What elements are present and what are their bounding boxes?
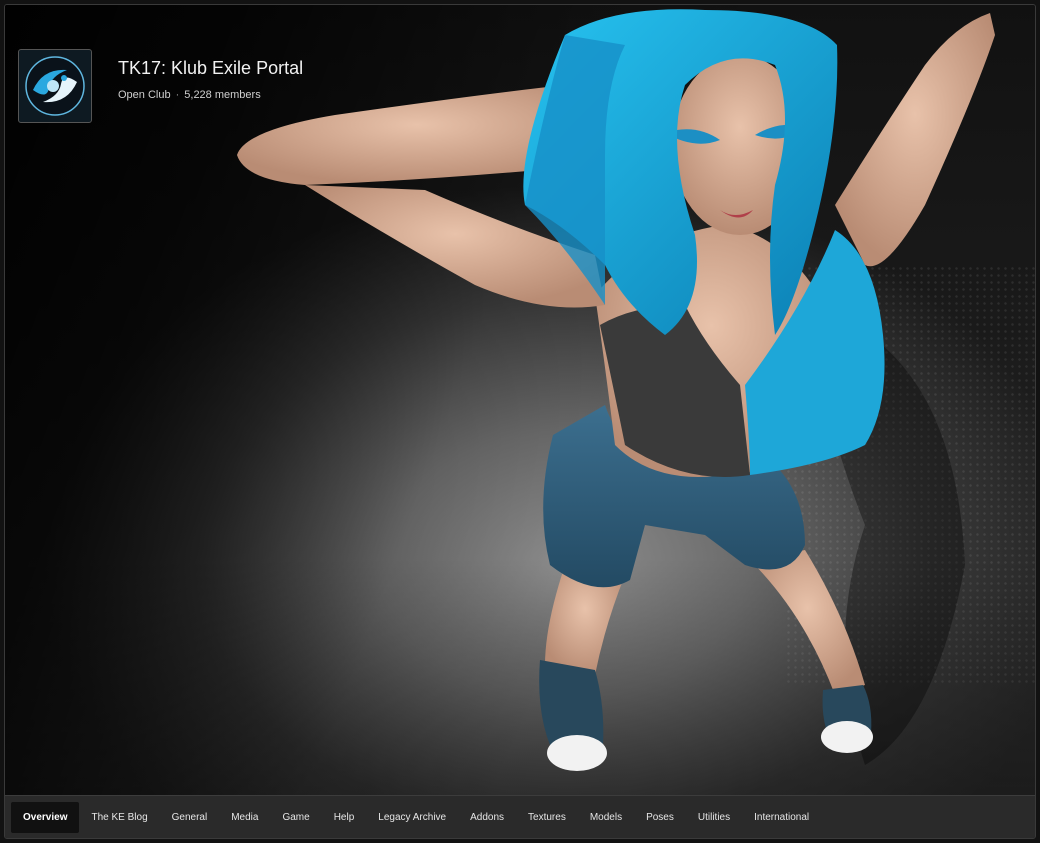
tab-game[interactable]: Game <box>270 802 321 833</box>
tab-help[interactable]: Help <box>322 802 367 833</box>
club-member-count[interactable]: 5,228 members <box>184 89 260 101</box>
tab-media[interactable]: Media <box>219 802 270 833</box>
club-logo-swirl-icon <box>25 56 85 116</box>
club-meta: Open Club · 5,228 members <box>118 88 303 102</box>
club-header-frame: TK17: Klub Exile Portal Open Club · 5,228 … <box>4 4 1036 839</box>
club-nav-bar: Overview The KE Blog General Media Game … <box>5 795 1035 838</box>
club-title[interactable]: TK17: Klub Exile Portal <box>118 56 303 80</box>
tab-models[interactable]: Models <box>578 802 634 833</box>
tab-legacy-archive[interactable]: Legacy Archive <box>366 802 458 833</box>
tab-textures[interactable]: Textures <box>516 802 578 833</box>
tab-poses[interactable]: Poses <box>634 802 686 833</box>
club-type: Open Club <box>118 89 171 101</box>
cover-figure-illustration <box>237 9 995 771</box>
tab-international[interactable]: International <box>742 802 821 833</box>
tab-general[interactable]: General <box>160 802 220 833</box>
tab-the-ke-blog[interactable]: The KE Blog <box>79 802 159 833</box>
tab-overview[interactable]: Overview <box>11 801 80 833</box>
tab-utilities[interactable]: Utilities <box>686 802 742 833</box>
tab-addons[interactable]: Addons <box>458 802 516 833</box>
club-identity: TK17: Klub Exile Portal Open Club · 5,228 … <box>18 49 303 123</box>
cover-photo <box>5 5 1035 795</box>
club-logo[interactable] <box>18 49 92 123</box>
meta-separator: · <box>175 89 180 101</box>
club-info: TK17: Klub Exile Portal Open Club · 5,228 … <box>118 49 303 102</box>
